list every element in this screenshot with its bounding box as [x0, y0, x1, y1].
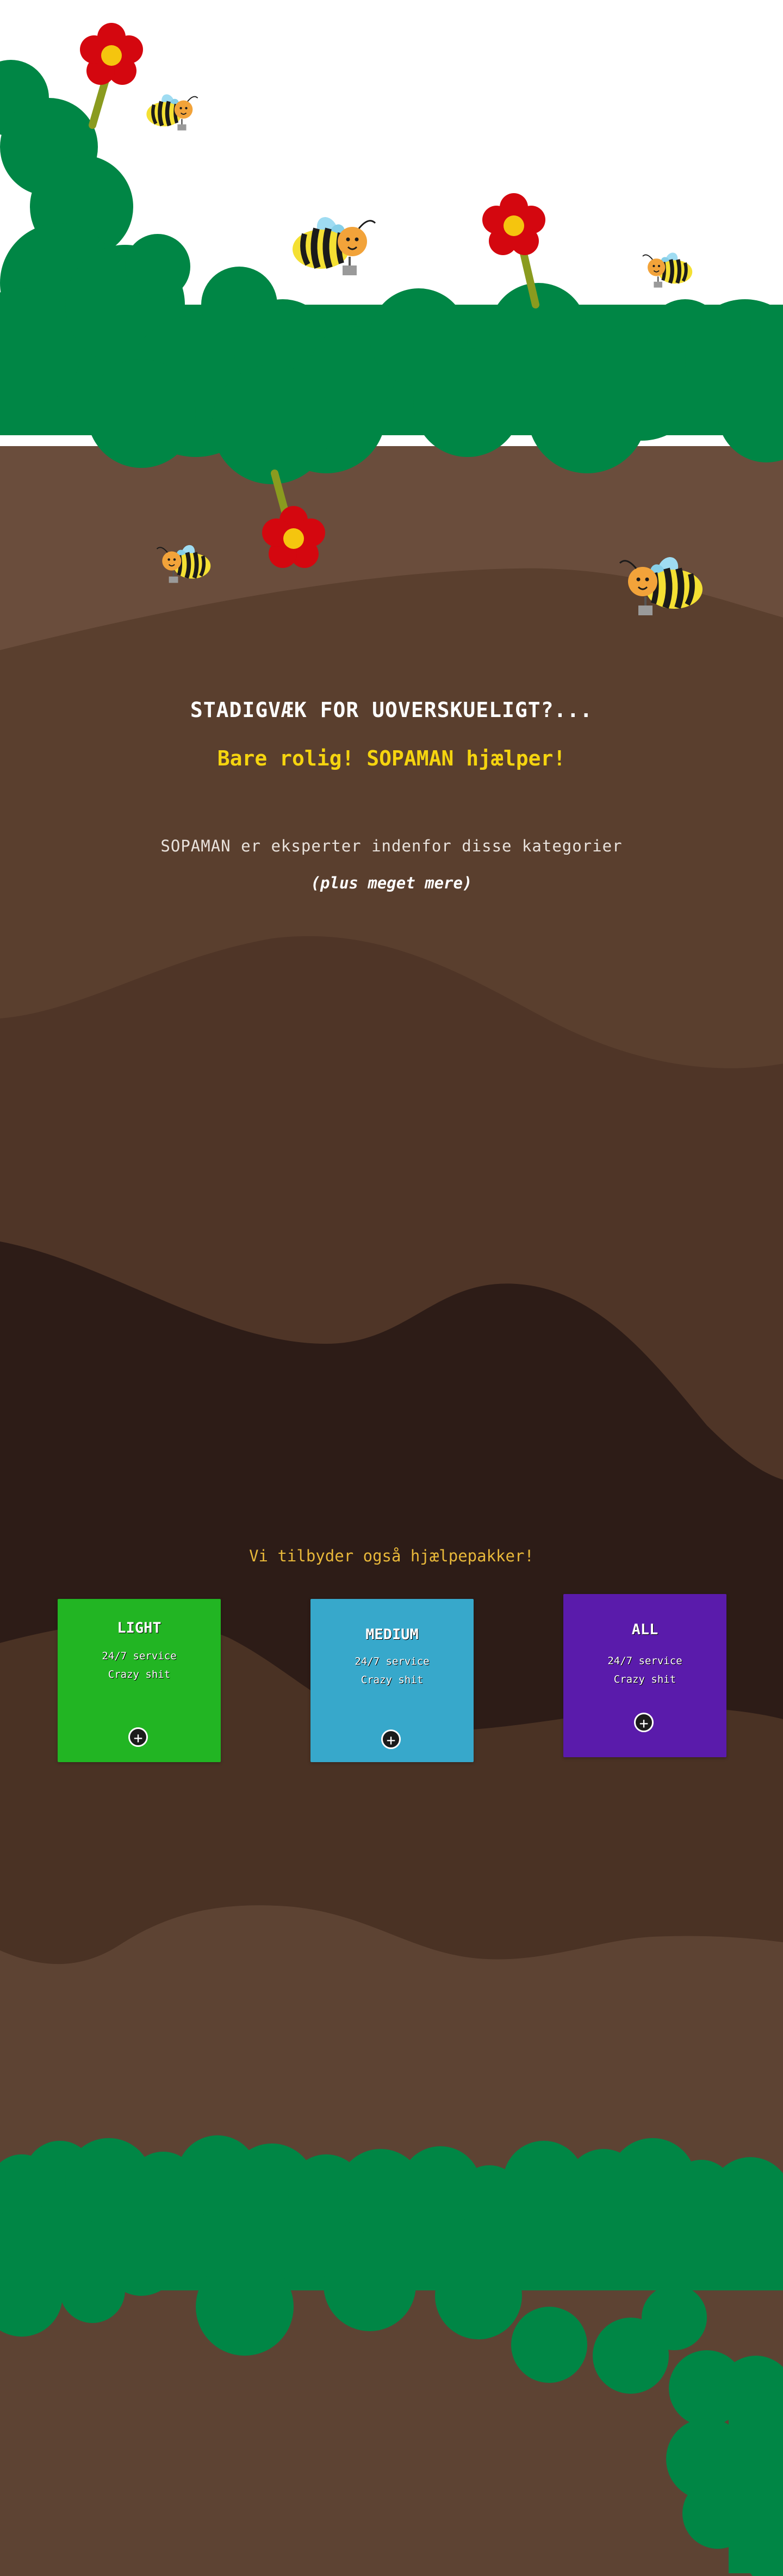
package-feature: Crazy shit [361, 1674, 424, 1686]
flower-icon [482, 193, 545, 255]
package-feature: Crazy shit [108, 1669, 171, 1681]
package-feature: 24/7 service [355, 1655, 430, 1667]
package-card-all[interactable]: ALL 24/7 service Crazy shit + [563, 1594, 726, 1757]
background-scene [0, 23, 783, 2576]
package-feature: 24/7 service [102, 1650, 177, 1662]
packages-heading: Vi tilbyder også hjælpepakker! [249, 1547, 534, 1565]
package-feature: Crazy shit [613, 1673, 676, 1685]
package-name: MEDIUM [365, 1626, 419, 1643]
more-text: (plus meget mere) [310, 874, 473, 892]
hero-title: STADIGVÆK FOR UOVERSKUELIGT?... [190, 698, 593, 722]
package-card-medium[interactable]: MEDIUM 24/7 service Crazy shit + [310, 1599, 474, 1762]
bee-icon [293, 214, 375, 275]
plus-circle-icon[interactable]: + [381, 1729, 401, 1749]
hero-subtitle: Bare rolig! SOPAMAN hjælper! [217, 746, 566, 770]
categories-text: SOPAMAN er eksperter indenfor disse kate… [160, 837, 623, 855]
flower-icon [80, 23, 143, 85]
package-name: LIGHT [117, 1620, 161, 1636]
bee-icon [146, 92, 197, 130]
bee-icon [643, 251, 692, 288]
package-name: ALL [631, 1621, 658, 1638]
plus-circle-icon[interactable]: + [128, 1727, 148, 1747]
package-card-light[interactable]: LIGHT 24/7 service Crazy shit + [58, 1599, 221, 1762]
plus-circle-icon[interactable]: + [634, 1713, 654, 1732]
package-feature: 24/7 service [607, 1655, 682, 1667]
